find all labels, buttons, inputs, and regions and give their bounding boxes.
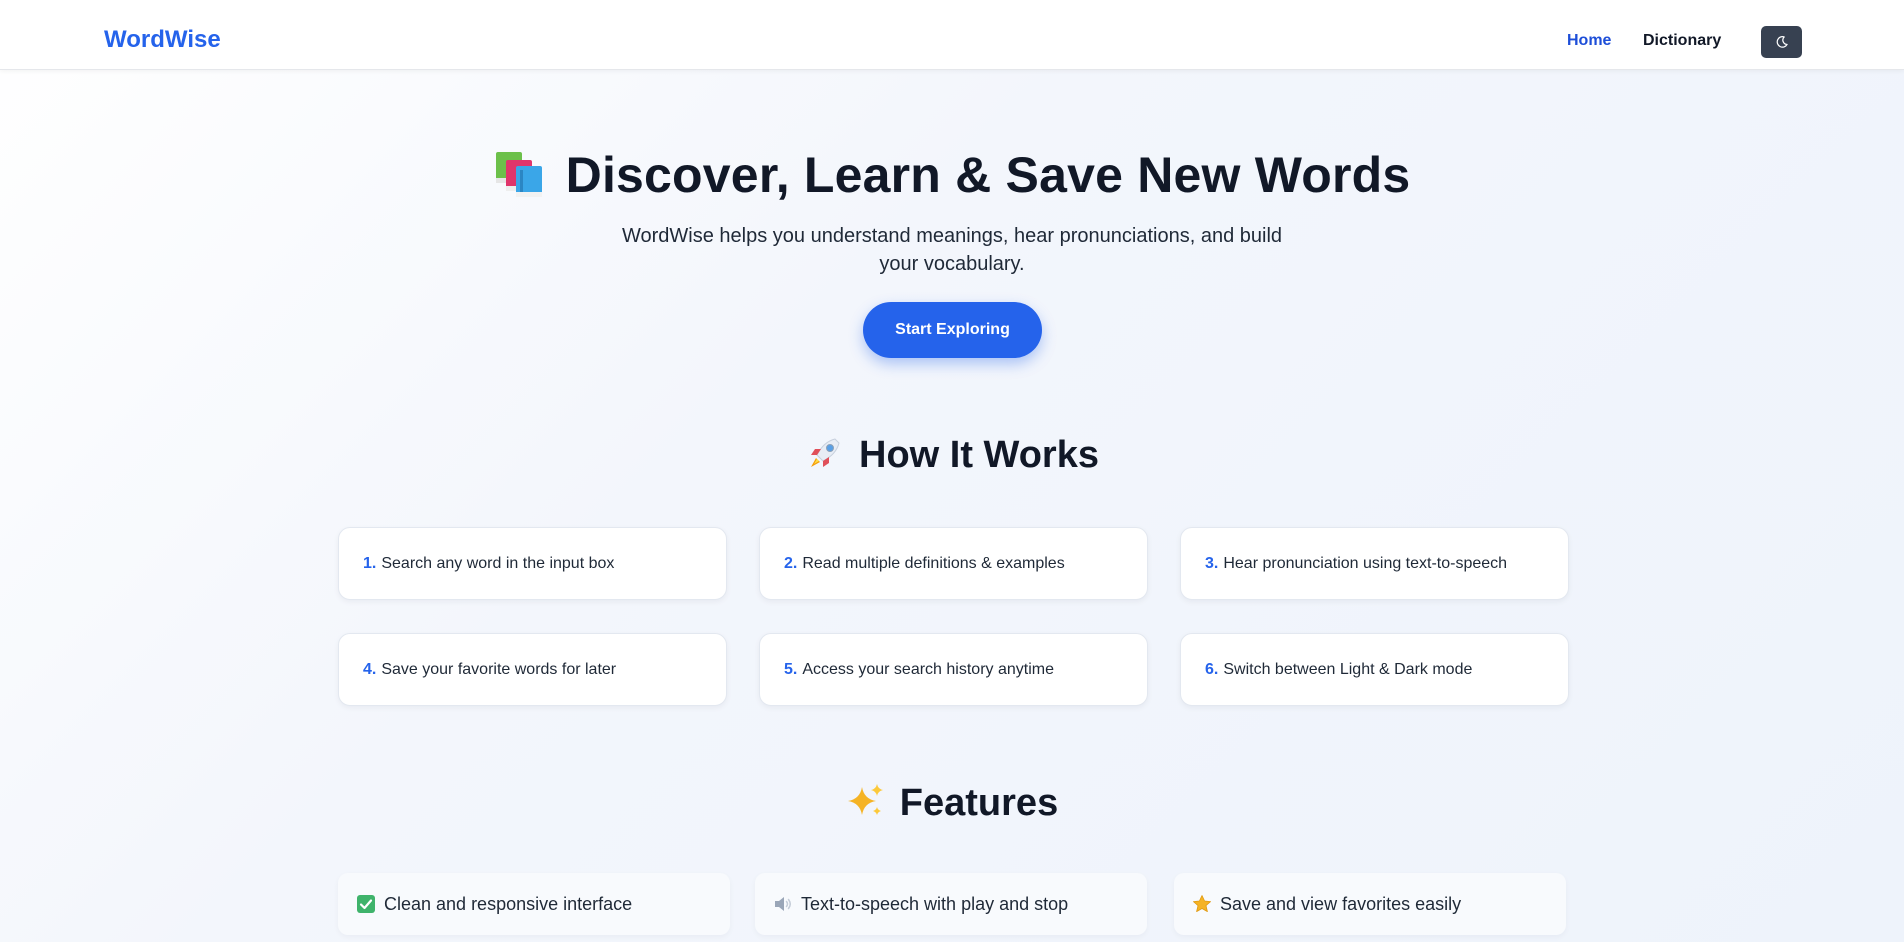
theme-toggle-button[interactable] [1761, 26, 1802, 58]
nav-home-link[interactable]: Home [1567, 32, 1611, 50]
hero-title: Discover, Learn & Save New Words [0, 146, 1904, 204]
step-number: 3. [1205, 554, 1219, 572]
step-card: 6. Switch between Light & Dark mode [1180, 633, 1569, 706]
step-number: 2. [784, 554, 798, 572]
step-number: 1. [363, 554, 377, 572]
how-it-works-title: How It Works [859, 434, 1099, 476]
sparkles-icon [847, 784, 883, 815]
features-title: Features [899, 782, 1059, 824]
hero-subtitle: WordWise helps you understand meanings, … [621, 225, 1283, 275]
speaker-icon [775, 897, 791, 911]
feature-card: Text-to-speech with play and stop [755, 873, 1147, 935]
navbar: WordWise Home Dictionary [0, 0, 1904, 70]
feature-card: Save and view favorites easily [1174, 873, 1566, 935]
step-number: 5. [784, 660, 798, 678]
step-text: Hear pronunciation using text-to-speech [1223, 554, 1508, 572]
step-number: 4. [363, 660, 377, 678]
step-card: 3. Hear pronunciation using text-to-spee… [1180, 527, 1569, 600]
step-text: Switch between Light & Dark mode [1223, 660, 1473, 678]
step-text: Save your favorite words for later [381, 660, 617, 678]
step-text: Search any word in the input box [381, 554, 615, 572]
hero-title-text: Discover, Learn & Save New Words [565, 147, 1411, 203]
brand-logo[interactable]: WordWise [104, 26, 221, 54]
start-exploring-button[interactable]: Start Exploring [863, 302, 1042, 358]
feature-text: Save and view favorites easily [1220, 893, 1462, 914]
features-heading: Features [0, 781, 1904, 825]
feature-text: Clean and responsive interface [384, 893, 633, 914]
moon-icon [1776, 36, 1788, 48]
how-it-works-heading: How It Works [0, 433, 1904, 477]
step-card: 2. Read multiple definitions & examples [759, 527, 1148, 600]
step-text: Read multiple definitions & examples [802, 554, 1065, 572]
step-number: 6. [1205, 660, 1219, 678]
step-card: 4. Save your favorite words for later [338, 633, 727, 706]
step-card: 1. Search any word in the input box [338, 527, 727, 600]
step-text: Access your search history anytime [802, 660, 1054, 678]
books-icon [495, 152, 542, 197]
feature-text: Text-to-speech with play and stop [801, 893, 1069, 914]
check-mark-icon [357, 895, 375, 913]
rocket-icon [811, 438, 840, 467]
star-icon [1193, 895, 1211, 912]
feature-card: Clean and responsive interface [338, 873, 730, 935]
nav-dictionary-link[interactable]: Dictionary [1643, 32, 1721, 50]
step-card: 5. Access your search history anytime [759, 633, 1148, 706]
